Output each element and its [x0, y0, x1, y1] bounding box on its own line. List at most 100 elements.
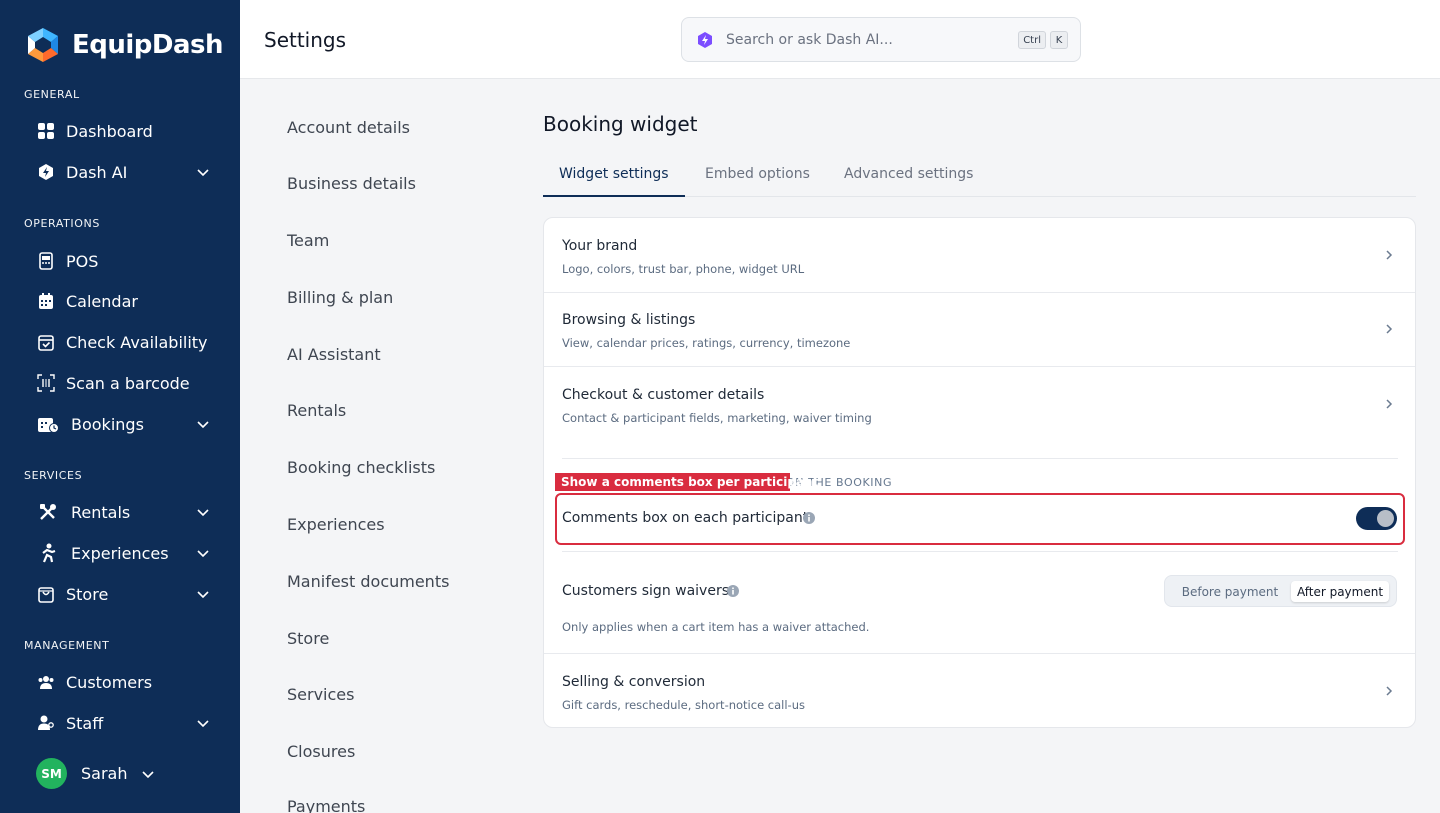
- store-bag-icon: [36, 584, 56, 604]
- settings-nav-closures[interactable]: Closures: [287, 742, 355, 761]
- calendar-icon: [36, 291, 56, 311]
- staff-person-icon: [36, 713, 56, 733]
- sidebar-item-dash-ai[interactable]: Dash AI: [36, 157, 216, 187]
- section-services: SERVICES: [24, 469, 83, 482]
- sidebar-item-label: Check Availability: [66, 332, 208, 352]
- sidebar-item-label: Dash AI: [66, 162, 128, 182]
- chevron-down-icon: [142, 770, 155, 778]
- sidebar-item-scan-barcode[interactable]: Scan a barcode: [36, 368, 216, 398]
- tab-advanced-settings[interactable]: Advanced settings: [844, 166, 973, 182]
- row-title: Checkout & customer details: [562, 387, 765, 403]
- chevron-right-icon: [1386, 686, 1393, 696]
- option-after-payment[interactable]: After payment: [1291, 581, 1389, 602]
- chevron-down-icon: [197, 550, 209, 558]
- section-operations: OPERATIONS: [24, 217, 100, 230]
- comments-toggle-switch[interactable]: [1356, 507, 1397, 530]
- sidebar-item-check-availability[interactable]: Check Availability: [36, 327, 216, 357]
- row-selling-conversion[interactable]: Selling & conversion Gift cards, resched…: [544, 654, 1415, 728]
- tab-embed-options[interactable]: Embed options: [705, 166, 810, 182]
- dash-ai-icon: [36, 162, 56, 182]
- dashboard-icon: [36, 121, 56, 141]
- sidebar-item-staff[interactable]: Staff: [36, 708, 216, 738]
- bookings-icon: [36, 414, 60, 434]
- waiver-timing-segmented-control: Before payment After payment: [1164, 575, 1397, 607]
- brand-name: EquipDash: [72, 30, 224, 60]
- toggle-knob: [1377, 510, 1394, 527]
- sidebar-item-bookings[interactable]: Bookings: [36, 409, 216, 439]
- experiences-person-icon: [36, 543, 60, 563]
- settings-nav-billing-plan[interactable]: Billing & plan: [287, 288, 393, 307]
- settings-nav-rentals[interactable]: Rentals: [287, 401, 346, 420]
- sidebar: EquipDash GENERAL Dashboard Dash AI OPER…: [0, 0, 240, 813]
- row-browsing-listings[interactable]: Browsing & listings View, calendar price…: [544, 293, 1415, 367]
- sidebar-item-label: Staff: [66, 713, 104, 733]
- sidebar-item-dashboard[interactable]: Dashboard: [36, 116, 216, 146]
- sidebar-item-rentals[interactable]: Rentals: [36, 497, 216, 527]
- section-general: GENERAL: [24, 88, 80, 101]
- waivers-help-text: Only applies when a cart item has a waiv…: [562, 620, 870, 634]
- sidebar-item-label: Calendar: [66, 291, 138, 311]
- sidebar-item-label: Experiences: [71, 543, 169, 563]
- avatar: SM: [36, 758, 67, 789]
- customers-group-icon: [36, 672, 56, 692]
- kbd-k: K: [1050, 31, 1068, 49]
- sidebar-item-pos[interactable]: POS: [36, 246, 216, 276]
- search-placeholder: Search or ask Dash AI...: [726, 31, 893, 48]
- barcode-scan-icon: [36, 373, 56, 393]
- row-title: Browsing & listings: [562, 312, 696, 328]
- chevron-down-icon: [197, 720, 209, 728]
- calendar-check-icon: [36, 332, 56, 352]
- row-subtitle: View, calendar prices, ratings, currency…: [562, 336, 851, 350]
- chevron-right-icon: [1386, 250, 1393, 260]
- chevron-down-icon: [197, 591, 209, 599]
- user-menu[interactable]: SM Sarah: [36, 758, 155, 789]
- sidebar-item-label: Customers: [66, 672, 153, 692]
- row-title: Selling & conversion: [562, 674, 706, 690]
- settings-nav-experiences[interactable]: Experiences: [287, 515, 385, 534]
- waivers-label: Customers sign waivers: [562, 583, 730, 599]
- tab-widget-settings[interactable]: Widget settings: [559, 166, 669, 182]
- sidebar-item-label: Rentals: [71, 502, 131, 522]
- settings-nav-services[interactable]: Services: [287, 685, 354, 704]
- brand[interactable]: EquipDash: [24, 26, 224, 64]
- topbar: Settings Search or ask Dash AI... Ctrl K: [240, 0, 1440, 79]
- tab-bar: Widget settings Embed options Advanced s…: [543, 160, 1416, 197]
- search-input[interactable]: Search or ask Dash AI... Ctrl K: [681, 17, 1081, 62]
- sidebar-item-experiences[interactable]: Experiences: [36, 538, 216, 568]
- settings-nav-business-details[interactable]: Business details: [287, 174, 416, 193]
- option-before-payment[interactable]: Before payment: [1171, 581, 1289, 602]
- row-your-brand[interactable]: Your brand Logo, colors, trust bar, phon…: [544, 218, 1415, 292]
- rentals-tools-icon: [36, 502, 60, 522]
- chevron-down-icon: [197, 421, 209, 429]
- sidebar-item-label: Store: [66, 584, 109, 604]
- sidebar-item-label: POS: [66, 251, 99, 271]
- page-title: Settings: [264, 28, 347, 52]
- section-title: Booking widget: [543, 112, 698, 136]
- row-subtitle: Logo, colors, trust bar, phone, widget U…: [562, 262, 805, 276]
- pos-terminal-icon: [36, 251, 56, 271]
- sidebar-item-label: Dashboard: [66, 121, 153, 141]
- divider: [562, 458, 1398, 459]
- settings-nav-booking-checklists[interactable]: Booking checklists: [287, 458, 435, 477]
- settings-nav-store[interactable]: Store: [287, 629, 329, 648]
- user-name: Sarah: [81, 764, 128, 783]
- info-icon[interactable]: [803, 512, 815, 524]
- row-subtitle: Gift cards, reschedule, short-notice cal…: [562, 698, 805, 712]
- settings-nav-ai-assistant[interactable]: AI Assistant: [287, 345, 381, 364]
- chevron-down-icon: [197, 169, 209, 177]
- row-checkout-customer-details[interactable]: Checkout & customer details Contact & pa…: [544, 367, 1415, 441]
- settings-nav-team[interactable]: Team: [287, 231, 329, 250]
- row-subtitle: Contact & participant fields, marketing,…: [562, 411, 872, 425]
- kbd-ctrl: Ctrl: [1018, 31, 1046, 49]
- settings-nav-account-details[interactable]: Account details: [287, 118, 410, 137]
- settings-nav-payments[interactable]: Payments: [287, 797, 365, 813]
- settings-nav-manifest-documents[interactable]: Manifest documents: [287, 572, 449, 591]
- sidebar-item-store[interactable]: Store: [36, 579, 216, 609]
- equipdash-logo-icon: [28, 28, 58, 62]
- sidebar-item-label: Bookings: [71, 414, 144, 434]
- info-icon[interactable]: [727, 585, 739, 597]
- sidebar-item-label: Scan a barcode: [66, 373, 190, 393]
- sidebar-item-customers[interactable]: Customers: [36, 667, 216, 697]
- chevron-right-icon: [1386, 324, 1393, 334]
- sidebar-item-calendar[interactable]: Calendar: [36, 286, 216, 316]
